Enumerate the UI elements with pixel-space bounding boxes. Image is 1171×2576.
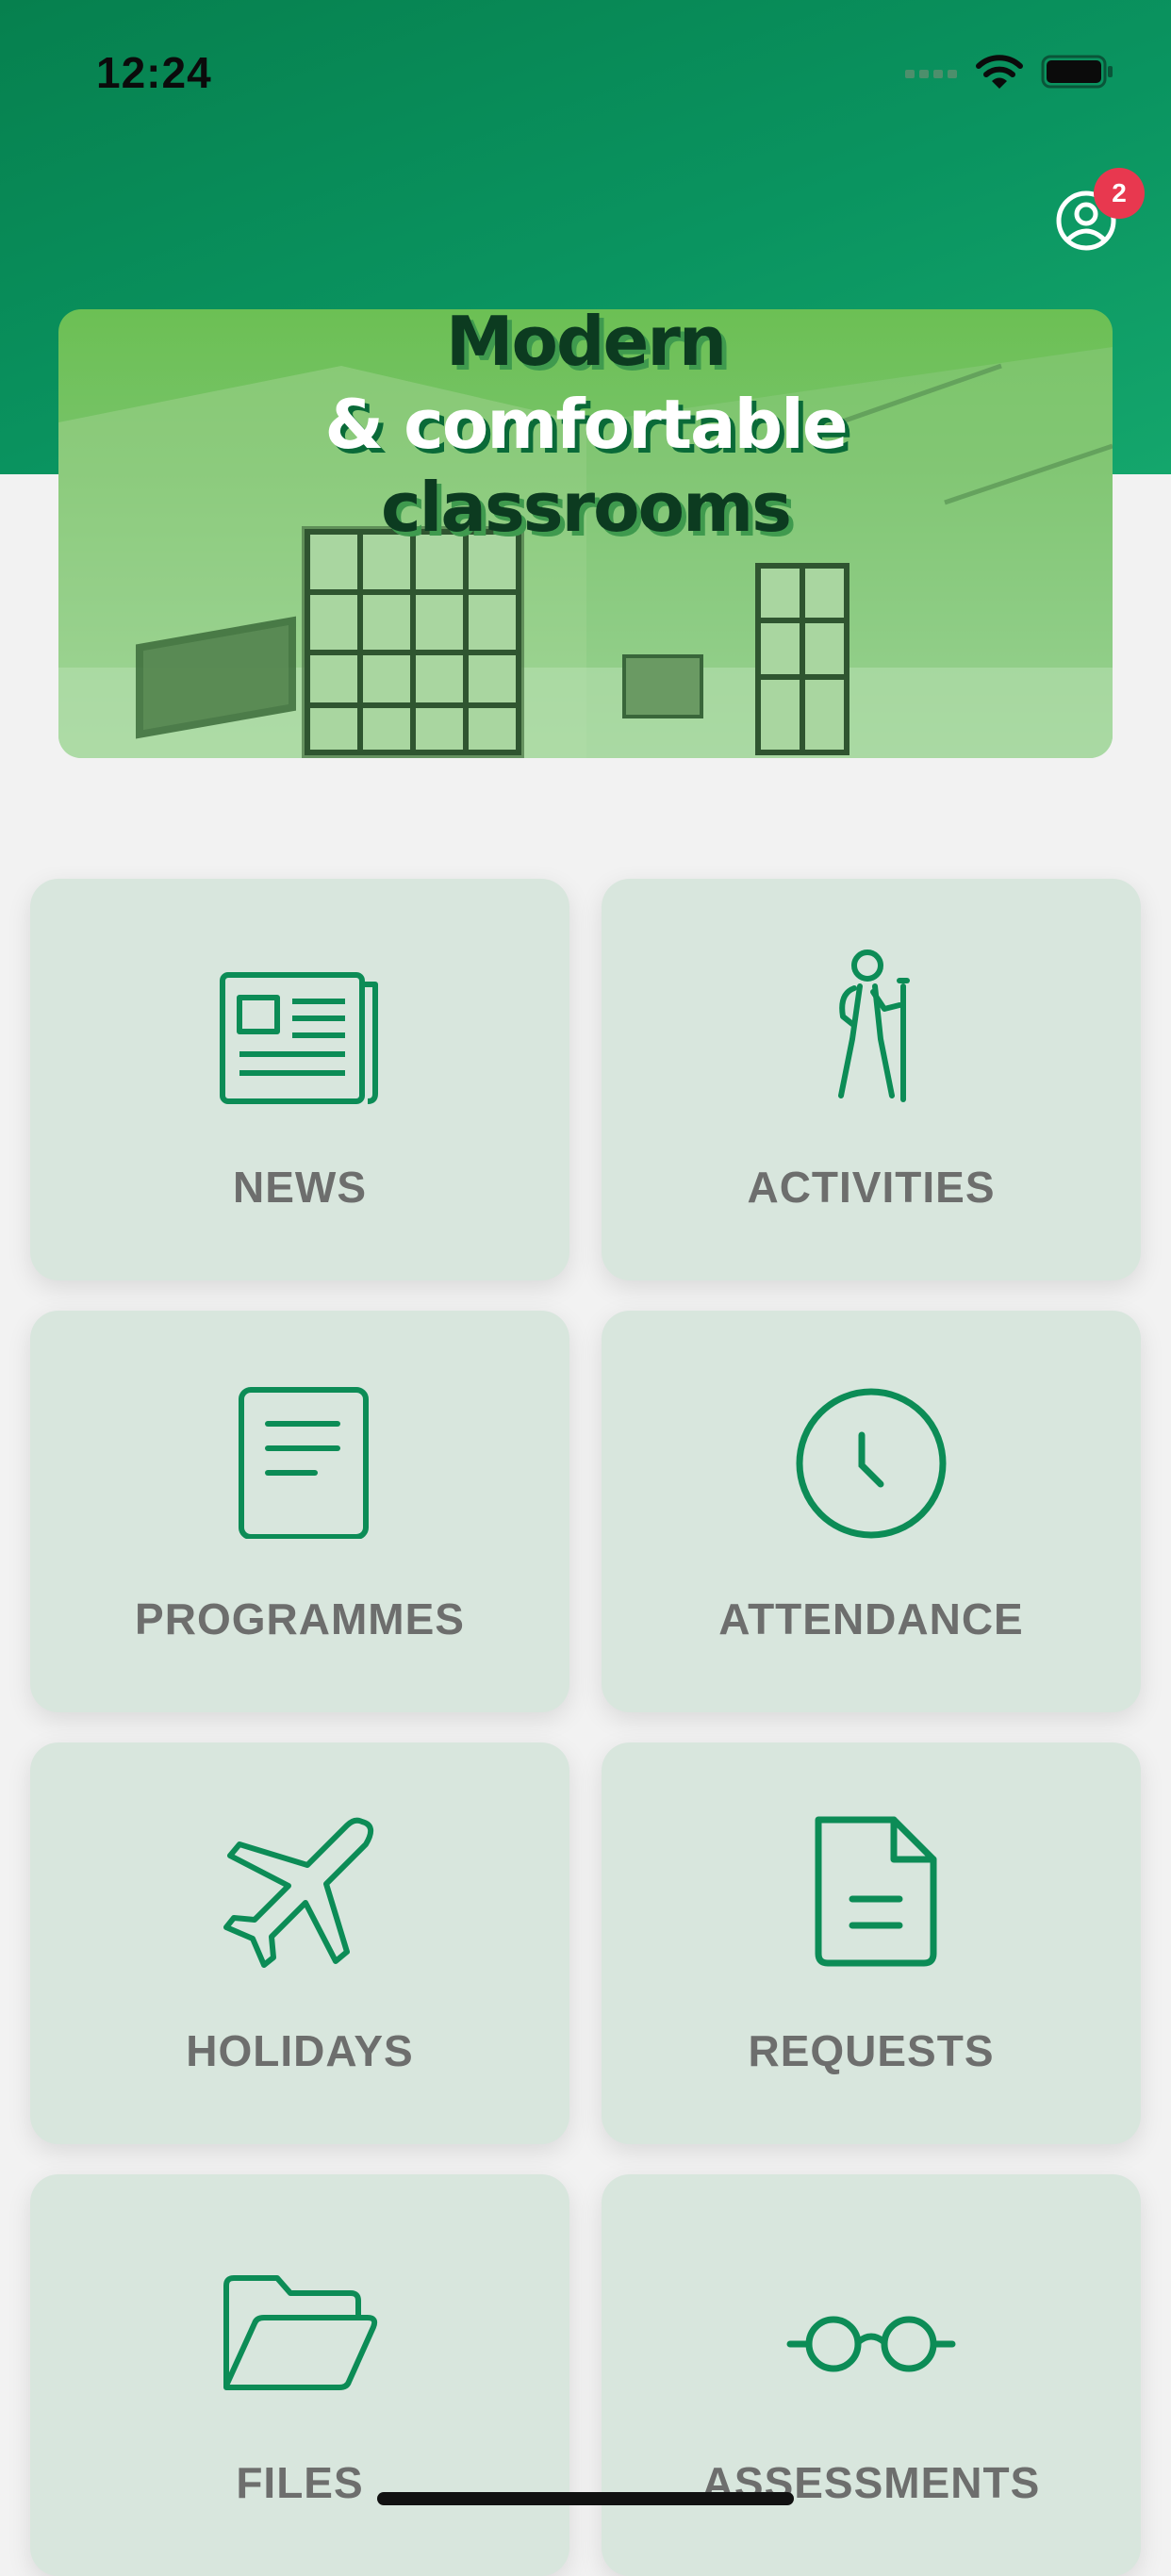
tile-activities-label: ACTIVITIES: [747, 1163, 996, 1212]
battery-icon: [1041, 55, 1113, 89]
glasses-icon: [786, 2316, 956, 2372]
promo-banner[interactable]: Modern & comfortable classrooms: [58, 309, 1113, 758]
banner-line-3: classrooms: [381, 468, 792, 547]
folder-open-icon: [223, 2275, 378, 2390]
home-indicator[interactable]: [377, 2492, 794, 2505]
tile-activities[interactable]: ACTIVITIES: [602, 879, 1141, 1280]
banner-line-2: & comfortable: [324, 385, 848, 464]
tile-programmes[interactable]: PROGRAMMES: [30, 1311, 569, 1712]
tile-attendance[interactable]: ATTENDANCE: [602, 1311, 1141, 1712]
tile-news[interactable]: NEWS: [30, 879, 569, 1280]
cellular-signal-icon: [905, 70, 957, 78]
status-bar: 12:24: [0, 0, 1171, 141]
newspaper-icon: [220, 972, 378, 1104]
status-icons: [905, 53, 1114, 91]
hiker-icon: [838, 949, 910, 1102]
tile-holidays[interactable]: HOLIDAYS: [30, 1742, 569, 2144]
status-time: 12:24: [96, 48, 212, 97]
tile-news-label: NEWS: [233, 1163, 367, 1212]
airplane-icon: [223, 1817, 374, 1968]
banner-headline: Modern & comfortable classrooms: [58, 309, 1113, 549]
tile-attendance-label: ATTENDANCE: [718, 1594, 1024, 1643]
file-icon: [815, 1816, 937, 1967]
tile-holidays-label: HOLIDAYS: [186, 2026, 414, 2075]
tile-files[interactable]: FILES: [30, 2174, 569, 2576]
notification-badge: 2: [1094, 168, 1145, 219]
clock-icon: [796, 1388, 947, 1539]
tile-programmes-label: PROGRAMMES: [135, 1594, 465, 1643]
banner-line-1: Modern: [445, 309, 727, 381]
wifi-icon: [976, 55, 1023, 89]
tile-requests[interactable]: REQUESTS: [602, 1742, 1141, 2144]
tile-assessments[interactable]: ASSESSMENTS: [602, 2174, 1141, 2576]
tile-requests-label: REQUESTS: [748, 2026, 995, 2075]
document-list-icon: [239, 1387, 369, 1539]
